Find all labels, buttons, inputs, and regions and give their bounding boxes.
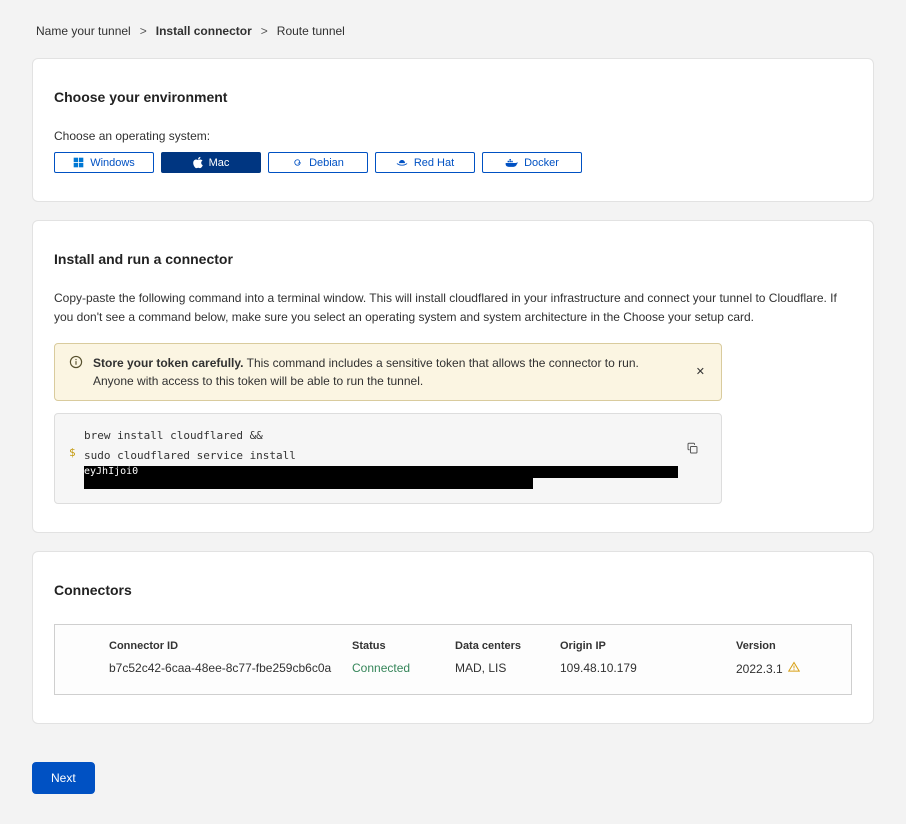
os-button-label: Red Hat xyxy=(414,157,454,169)
breadcrumb-separator: > xyxy=(261,24,268,38)
table-row: b7c52c42-6caa-48ee-8c77-fbe259cb6c0a Con… xyxy=(109,661,831,676)
next-button[interactable]: Next xyxy=(32,762,95,794)
breadcrumb-step-install-connector[interactable]: Install connector xyxy=(156,24,252,38)
redacted-token-bar xyxy=(84,478,533,489)
os-button-label: Mac xyxy=(209,157,230,169)
os-button-group: Windows Mac Debian Red Hat xyxy=(54,152,852,173)
warning-text-bold: Store your token carefully. xyxy=(93,356,244,370)
shell-prompt: $ xyxy=(69,426,84,489)
connector-id-cell: b7c52c42-6caa-48ee-8c77-fbe259cb6c0a xyxy=(109,661,352,676)
col-header-connector-id: Connector ID xyxy=(109,640,352,652)
os-button-mac[interactable]: Mac xyxy=(161,152,261,173)
col-header-status: Status xyxy=(352,640,455,652)
col-header-origin-ip: Origin IP xyxy=(560,640,736,652)
os-button-docker[interactable]: Docker xyxy=(482,152,582,173)
origin-ip-cell: 109.48.10.179 xyxy=(560,661,736,676)
token-prefix: eyJhIjoi0 xyxy=(84,466,138,477)
os-select-label: Choose an operating system: xyxy=(54,129,852,143)
breadcrumb-step-name-your-tunnel[interactable]: Name your tunnel xyxy=(36,24,131,38)
connectors-table: Connector ID Status Data centers Origin … xyxy=(54,624,852,695)
choose-environment-card: Choose your environment Choose an operat… xyxy=(32,58,874,202)
environment-card-title: Choose your environment xyxy=(54,89,852,105)
os-button-windows[interactable]: Windows xyxy=(54,152,154,173)
copy-icon[interactable] xyxy=(684,440,701,460)
os-button-redhat[interactable]: Red Hat xyxy=(375,152,475,173)
install-command-codeblock: $ brew install cloudflared && sudo cloud… xyxy=(54,413,722,504)
install-command: brew install cloudflared && sudo cloudfl… xyxy=(84,426,678,489)
warning-text: Store your token carefully. This command… xyxy=(93,354,682,390)
apple-icon xyxy=(193,156,203,169)
version-value: 2022.3.1 xyxy=(736,662,783,676)
data-centers-cell: MAD, LIS xyxy=(455,661,560,676)
windows-icon xyxy=(73,157,84,168)
install-connector-card: Install and run a connector Copy-paste t… xyxy=(32,220,874,533)
install-description: Copy-paste the following command into a … xyxy=(54,289,852,327)
redhat-icon xyxy=(396,157,408,169)
redacted-token-line: eyJhIjoi0 xyxy=(84,466,678,478)
info-icon xyxy=(69,355,83,374)
os-button-label: Docker xyxy=(524,157,559,169)
token-warning-banner: Store your token carefully. This command… xyxy=(54,343,722,401)
col-header-data-centers: Data centers xyxy=(455,640,560,652)
debian-icon xyxy=(292,157,303,168)
os-button-debian[interactable]: Debian xyxy=(268,152,368,173)
command-line-2: sudo cloudflared service install xyxy=(84,449,296,462)
os-button-label: Debian xyxy=(309,157,344,169)
tunnel-setup-page: Name your tunnel > Install connector > R… xyxy=(0,0,906,824)
breadcrumb-separator: > xyxy=(140,24,147,38)
version-cell: 2022.3.1 xyxy=(736,661,831,676)
col-header-version: Version xyxy=(736,640,831,652)
os-button-label: Windows xyxy=(90,157,135,169)
warning-close-icon[interactable]: ✕ xyxy=(692,365,709,380)
breadcrumb-step-route-tunnel[interactable]: Route tunnel xyxy=(277,24,345,38)
warning-triangle-icon xyxy=(788,661,800,676)
command-line-1: brew install cloudflared && xyxy=(84,429,263,442)
table-header-row: Connector ID Status Data centers Origin … xyxy=(109,640,831,652)
docker-icon xyxy=(505,158,518,168)
connectors-card: Connectors Connector ID Status Data cent… xyxy=(32,551,874,724)
install-card-title: Install and run a connector xyxy=(54,251,852,267)
status-badge: Connected xyxy=(352,661,455,676)
connectors-card-title: Connectors xyxy=(54,582,852,598)
breadcrumb: Name your tunnel > Install connector > R… xyxy=(32,22,874,38)
